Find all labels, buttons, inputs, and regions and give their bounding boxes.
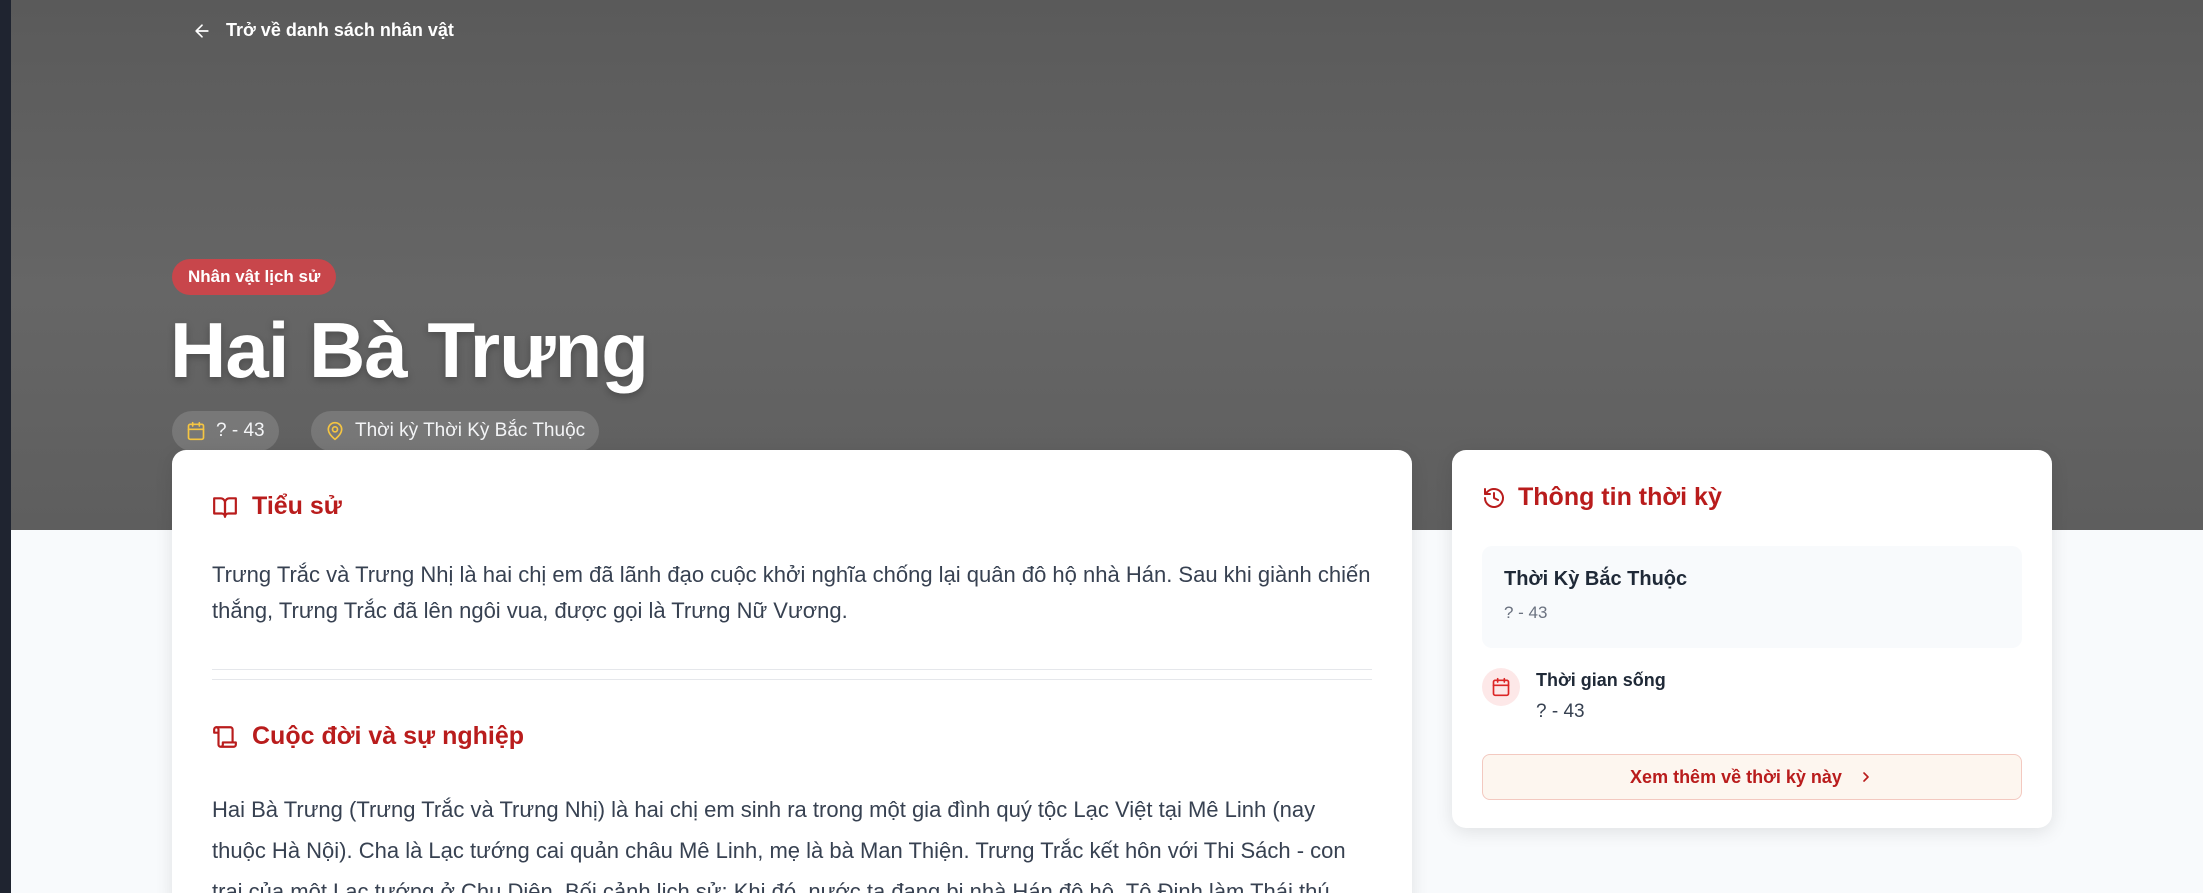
section-divider bbox=[212, 669, 1372, 670]
back-to-list-link[interactable]: Trở về danh sách nhân vật bbox=[192, 20, 454, 41]
biography-heading: Tiểu sử bbox=[212, 492, 342, 521]
period-info-heading-label: Thông tin thời kỳ bbox=[1518, 483, 1722, 511]
period-years: ? - 43 bbox=[1504, 603, 1548, 622]
lifespan-label: Thời gian sống bbox=[1536, 670, 1666, 690]
see-more-period-label: Xem thêm về thời kỳ này bbox=[1630, 766, 1842, 787]
arrow-left-icon bbox=[195, 23, 209, 38]
period-info-heading: Thông tin thời kỳ bbox=[1482, 483, 1722, 512]
chevron-right-icon bbox=[1863, 772, 1869, 782]
section-divider bbox=[212, 679, 1372, 680]
calendar-icon bbox=[1492, 677, 1510, 697]
years-chip-label: ? - 43 bbox=[216, 420, 265, 441]
map-pin-icon bbox=[327, 421, 343, 441]
period-info-card: Thông tin thời kỳ Thời Kỳ Bắc Thuộc ? - … bbox=[1452, 450, 2052, 828]
period-chip: Thời kỳ Thời Kỳ Bắc Thuộc bbox=[311, 411, 600, 451]
period-summary-box: Thời Kỳ Bắc Thuộc ? - 43 bbox=[1482, 546, 2022, 648]
main-content-card: Tiểu sử Trưng Trắc và Trưng Nhị là hai c… bbox=[172, 450, 1412, 893]
lifespan-value: ? - 43 bbox=[1536, 701, 1585, 722]
lifespan-row: Thời gian sống ? - 43 bbox=[1482, 668, 1666, 723]
career-text: Hai Bà Trưng (Trưng Trắc và Trưng Nhị) l… bbox=[212, 797, 1346, 893]
period-name: Thời Kỳ Bắc Thuộc bbox=[1504, 568, 1688, 590]
career-heading-label: Cuộc đời và sự nghiệp bbox=[252, 722, 525, 750]
lifespan-icon-wrap bbox=[1482, 668, 1520, 706]
category-badge: Nhân vật lịch sử bbox=[172, 259, 337, 295]
career-heading: Cuộc đời và sự nghiệp bbox=[212, 722, 524, 751]
period-chip-label: Thời kỳ Thời Kỳ Bắc Thuộc bbox=[355, 420, 586, 441]
biography-text: Trưng Trắc và Trưng Nhị là hai chị em đã… bbox=[212, 562, 1371, 623]
scroll-icon bbox=[213, 725, 237, 748]
page-title: Hai Bà Trưng bbox=[170, 306, 649, 394]
history-icon bbox=[1484, 487, 1504, 508]
calendar-icon bbox=[187, 421, 205, 441]
back-link-label: Trở về danh sách nhân vật bbox=[226, 20, 454, 40]
biography-heading-label: Tiểu sử bbox=[252, 492, 342, 520]
see-more-period-button[interactable]: Xem thêm về thời kỳ này bbox=[1482, 754, 2022, 800]
years-chip: ? - 43 bbox=[172, 411, 279, 451]
book-open-icon bbox=[213, 496, 237, 518]
window-edge bbox=[0, 0, 11, 893]
